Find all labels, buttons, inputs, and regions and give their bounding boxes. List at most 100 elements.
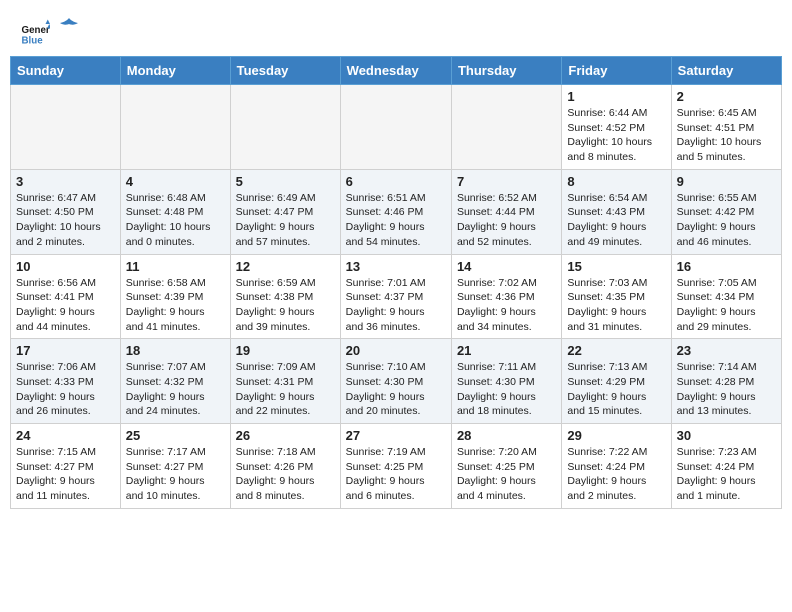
day-info: Sunrise: 7:07 AM Sunset: 4:32 PM Dayligh… (126, 360, 225, 419)
calendar-cell: 7 Sunrise: 6:52 AM Sunset: 4:44 PM Daylig… (451, 169, 561, 254)
calendar-cell: 28Sunrise: 7:20 AM Sunset: 4:25 PM Dayli… (451, 424, 561, 509)
logo: General Blue (20, 18, 78, 48)
calendar-cell (11, 85, 121, 170)
calendar-cell: 2Sunrise: 6:45 AM Sunset: 4:51 PM Daylig… (671, 85, 781, 170)
day-info: Sunrise: 6:45 AM Sunset: 4:51 PM Dayligh… (677, 106, 776, 165)
calendar-cell: 18 Sunrise: 7:07 AM Sunset: 4:32 PM Dayli… (120, 339, 230, 424)
weekday-header-friday: Friday (562, 57, 671, 85)
day-number: 18 (126, 343, 225, 358)
page-header: General Blue (0, 0, 792, 56)
day-number: 29 (567, 428, 665, 443)
weekday-header-monday: Monday (120, 57, 230, 85)
weekday-header-tuesday: Tuesday (230, 57, 340, 85)
calendar-cell: 9 Sunrise: 6:55 AM Sunset: 4:42 PM Daylig… (671, 169, 781, 254)
day-number: 24 (16, 428, 115, 443)
weekday-header-thursday: Thursday (451, 57, 561, 85)
day-number: 22 (567, 343, 665, 358)
day-number: 12 (236, 259, 335, 274)
day-number: 19 (236, 343, 335, 358)
calendar-cell: 14Sunrise: 7:02 AM Sunset: 4:36 PM Dayli… (451, 254, 561, 339)
day-info: Sunrise: 6:54 AM Sunset: 4:43 PM Dayligh… (567, 191, 665, 250)
day-number: 4 (126, 174, 225, 189)
day-info: Sunrise: 7:13 AM Sunset: 4:29 PM Dayligh… (567, 360, 665, 419)
calendar-cell: 3 Sunrise: 6:47 AM Sunset: 4:50 PM Daylig… (11, 169, 121, 254)
calendar-week-row: 1 Sunrise: 6:44 AM Sunset: 4:52 PM Daylig… (11, 85, 782, 170)
day-number: 9 (677, 174, 776, 189)
day-number: 26 (236, 428, 335, 443)
calendar-cell (451, 85, 561, 170)
calendar-cell: 11 Sunrise: 6:58 AM Sunset: 4:39 PM Dayli… (120, 254, 230, 339)
calendar-cell (340, 85, 451, 170)
day-info: Sunrise: 6:52 AM Sunset: 4:44 PM Dayligh… (457, 191, 556, 250)
calendar-cell (120, 85, 230, 170)
day-info: Sunrise: 7:03 AM Sunset: 4:35 PM Dayligh… (567, 276, 665, 335)
calendar-cell: 4 Sunrise: 6:48 AM Sunset: 4:48 PM Daylig… (120, 169, 230, 254)
day-number: 13 (346, 259, 446, 274)
day-info: Sunrise: 7:14 AM Sunset: 4:28 PM Dayligh… (677, 360, 776, 419)
svg-text:General: General (22, 25, 51, 36)
day-number: 10 (16, 259, 115, 274)
day-number: 3 (16, 174, 115, 189)
day-info: Sunrise: 6:51 AM Sunset: 4:46 PM Dayligh… (346, 191, 446, 250)
calendar-cell: 6 Sunrise: 6:51 AM Sunset: 4:46 PM Daylig… (340, 169, 451, 254)
calendar-cell: 12 Sunrise: 6:59 AM Sunset: 4:38 PM Dayli… (230, 254, 340, 339)
calendar-cell (230, 85, 340, 170)
calendar-table: SundayMondayTuesdayWednesdayThursdayFrid… (10, 56, 782, 509)
logo-bird-icon (60, 18, 78, 40)
calendar-week-row: 3 Sunrise: 6:47 AM Sunset: 4:50 PM Daylig… (11, 169, 782, 254)
day-info: Sunrise: 6:48 AM Sunset: 4:48 PM Dayligh… (126, 191, 225, 250)
day-info: Sunrise: 7:17 AM Sunset: 4:27 PM Dayligh… (126, 445, 225, 504)
day-number: 16 (677, 259, 776, 274)
day-info: Sunrise: 6:58 AM Sunset: 4:39 PM Dayligh… (126, 276, 225, 335)
day-info: Sunrise: 7:19 AM Sunset: 4:25 PM Dayligh… (346, 445, 446, 504)
calendar-cell: 1 Sunrise: 6:44 AM Sunset: 4:52 PM Daylig… (562, 85, 671, 170)
calendar-week-row: 24Sunrise: 7:15 AM Sunset: 4:27 PM Dayli… (11, 424, 782, 509)
day-number: 30 (677, 428, 776, 443)
day-number: 7 (457, 174, 556, 189)
calendar-wrapper: SundayMondayTuesdayWednesdayThursdayFrid… (0, 56, 792, 519)
day-number: 27 (346, 428, 446, 443)
day-info: Sunrise: 7:10 AM Sunset: 4:30 PM Dayligh… (346, 360, 446, 419)
day-number: 6 (346, 174, 446, 189)
calendar-cell: 30 Sunrise: 7:23 AM Sunset: 4:24 PM Dayli… (671, 424, 781, 509)
day-info: Sunrise: 6:44 AM Sunset: 4:52 PM Dayligh… (567, 106, 665, 165)
calendar-cell: 8Sunrise: 6:54 AM Sunset: 4:43 PM Daylig… (562, 169, 671, 254)
day-info: Sunrise: 6:49 AM Sunset: 4:47 PM Dayligh… (236, 191, 335, 250)
calendar-cell: 17Sunrise: 7:06 AM Sunset: 4:33 PM Dayli… (11, 339, 121, 424)
calendar-cell: 19Sunrise: 7:09 AM Sunset: 4:31 PM Dayli… (230, 339, 340, 424)
weekday-header-saturday: Saturday (671, 57, 781, 85)
logo-icon: General Blue (20, 18, 50, 48)
day-info: Sunrise: 7:23 AM Sunset: 4:24 PM Dayligh… (677, 445, 776, 504)
day-number: 1 (567, 89, 665, 104)
day-info: Sunrise: 6:56 AM Sunset: 4:41 PM Dayligh… (16, 276, 115, 335)
day-info: Sunrise: 7:22 AM Sunset: 4:24 PM Dayligh… (567, 445, 665, 504)
calendar-cell: 21Sunrise: 7:11 AM Sunset: 4:30 PM Dayli… (451, 339, 561, 424)
calendar-cell: 16 Sunrise: 7:05 AM Sunset: 4:34 PM Dayli… (671, 254, 781, 339)
calendar-week-row: 17Sunrise: 7:06 AM Sunset: 4:33 PM Dayli… (11, 339, 782, 424)
day-info: Sunrise: 7:11 AM Sunset: 4:30 PM Dayligh… (457, 360, 556, 419)
day-number: 23 (677, 343, 776, 358)
day-info: Sunrise: 7:05 AM Sunset: 4:34 PM Dayligh… (677, 276, 776, 335)
day-info: Sunrise: 6:55 AM Sunset: 4:42 PM Dayligh… (677, 191, 776, 250)
day-number: 25 (126, 428, 225, 443)
day-number: 20 (346, 343, 446, 358)
calendar-cell: 26 Sunrise: 7:18 AM Sunset: 4:26 PM Dayli… (230, 424, 340, 509)
day-info: Sunrise: 6:59 AM Sunset: 4:38 PM Dayligh… (236, 276, 335, 335)
day-number: 15 (567, 259, 665, 274)
day-info: Sunrise: 6:47 AM Sunset: 4:50 PM Dayligh… (16, 191, 115, 250)
calendar-cell: 24Sunrise: 7:15 AM Sunset: 4:27 PM Dayli… (11, 424, 121, 509)
day-info: Sunrise: 7:18 AM Sunset: 4:26 PM Dayligh… (236, 445, 335, 504)
day-number: 28 (457, 428, 556, 443)
day-number: 11 (126, 259, 225, 274)
calendar-header-row: SundayMondayTuesdayWednesdayThursdayFrid… (11, 57, 782, 85)
day-number: 14 (457, 259, 556, 274)
calendar-cell: 25 Sunrise: 7:17 AM Sunset: 4:27 PM Dayli… (120, 424, 230, 509)
calendar-week-row: 10 Sunrise: 6:56 AM Sunset: 4:41 PM Dayli… (11, 254, 782, 339)
calendar-cell: 10 Sunrise: 6:56 AM Sunset: 4:41 PM Dayli… (11, 254, 121, 339)
weekday-header-sunday: Sunday (11, 57, 121, 85)
day-number: 5 (236, 174, 335, 189)
day-number: 17 (16, 343, 115, 358)
calendar-cell: 27 Sunrise: 7:19 AM Sunset: 4:25 PM Dayli… (340, 424, 451, 509)
calendar-cell: 29 Sunrise: 7:22 AM Sunset: 4:24 PM Dayli… (562, 424, 671, 509)
day-info: Sunrise: 7:01 AM Sunset: 4:37 PM Dayligh… (346, 276, 446, 335)
